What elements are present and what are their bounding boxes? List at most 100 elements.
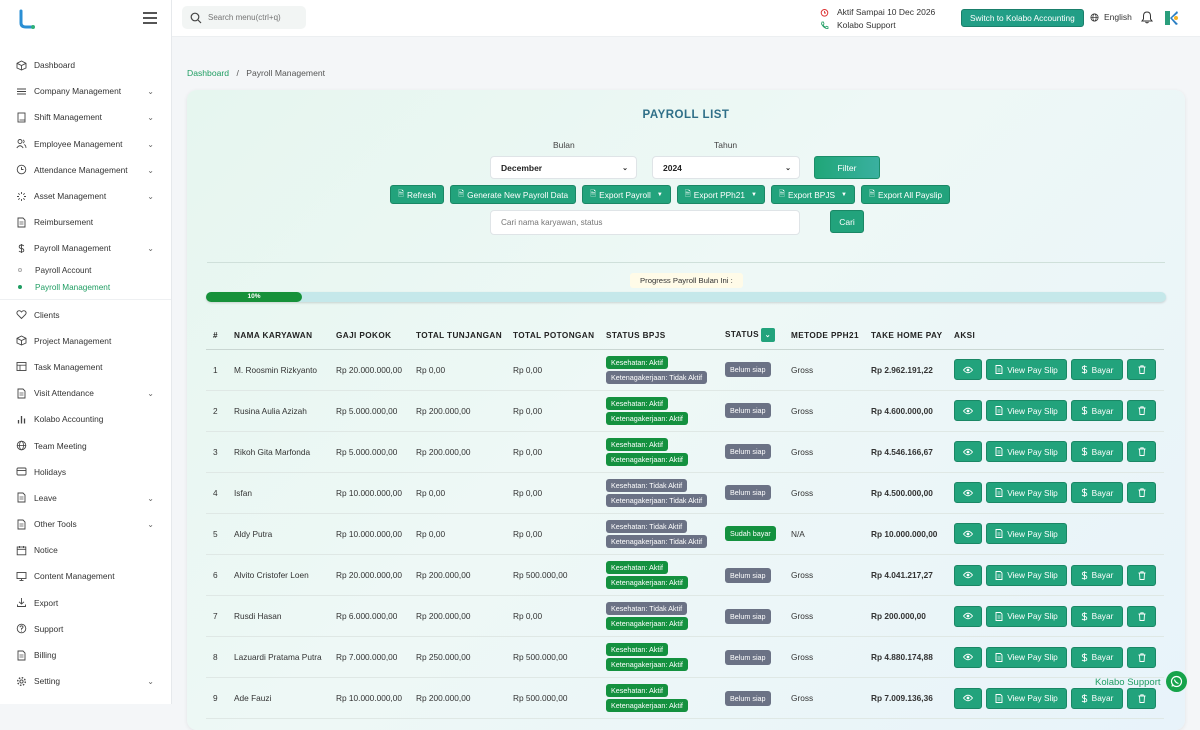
total-potongan: Rp 0,00 [506,431,599,473]
view-detail-button[interactable] [954,523,982,545]
refresh-button[interactable]: 🗎 Refresh [390,185,445,204]
view-pay-slip-button[interactable]: View Pay Slip [986,441,1067,463]
sidebar-item-leave[interactable]: Leave ⌄ [0,485,171,511]
bayar-button[interactable]: Bayar [1071,359,1123,381]
filter-button[interactable]: Filter [814,156,880,179]
view-detail-button[interactable] [954,359,982,381]
export-payroll-button[interactable]: 🗎 Export Payroll ▼ [582,185,671,204]
sidebar-subitem-payroll-account[interactable]: Payroll Account [0,262,171,279]
sidebar-item-label: Billing [34,650,57,661]
view-pay-slip-button[interactable]: View Pay Slip [986,523,1067,545]
delete-button[interactable] [1127,646,1156,668]
sidebar-item-visit-attendance[interactable]: Visit Attendance ⌄ [0,380,171,406]
whatsapp-chat-button[interactable] [1166,671,1187,692]
bayar-label: Bayar [1091,611,1114,622]
search-input[interactable] [208,13,298,22]
sidebar-item-notice[interactable]: Notice [0,537,171,563]
delete-button[interactable] [1127,564,1156,586]
sidebar-item-employee-management[interactable]: Employee Management ⌄ [0,131,171,157]
help-icon [16,624,27,634]
bayar-button[interactable]: Bayar [1071,687,1123,709]
delete-button[interactable] [1127,687,1156,709]
sidebar-item-company-management[interactable]: Company Management ⌄ [0,78,171,104]
search-box[interactable] [182,6,306,29]
export-bpjs-button[interactable]: 🗎 Export BPJS ▼ [770,185,855,204]
view-detail-button[interactable] [954,400,982,422]
total-potongan: Rp 500.000,00 [506,677,599,720]
bayar-button[interactable]: Bayar [1071,441,1123,463]
view-detail-button[interactable] [954,564,982,586]
employee-search-input[interactable] [490,210,800,235]
bulan-select[interactable]: December ⌄ [490,156,637,179]
view-pay-slip-button[interactable]: View Pay Slip [986,482,1067,504]
status-filter-chevron-icon[interactable]: ⌄ [760,328,775,343]
bell-icon[interactable] [1141,11,1153,24]
bayar-button[interactable]: Bayar [1071,564,1123,586]
cari-button[interactable]: Cari [830,210,864,233]
sidebar: Dashboard Company Management ⌄ Shift Manage… [0,0,172,704]
delete-button[interactable] [1127,482,1156,504]
document-icon [17,492,26,503]
export-all-label: Export All Payslip [878,189,943,200]
sidebar-item-task-management[interactable]: Task Management [0,354,171,380]
sidebar-item-shift-management[interactable]: Shift Management ⌄ [0,104,171,130]
sidebar-item-export[interactable]: Export [0,590,171,616]
sidebar-item-team-meeting[interactable]: Team Meeting [0,432,171,458]
delete-button[interactable] [1127,441,1156,463]
switch-accounting-button[interactable]: Switch to Kolabo Accounting [961,9,1084,27]
column-header-label: METODE PPH21 [791,330,859,340]
sidebar-item-other-tools[interactable]: Other Tools ⌄ [0,511,171,537]
sidebar-item-clients[interactable]: Clients [0,302,171,328]
sidebar-item-reimbursement[interactable]: Reimbursement [0,209,171,235]
sidebar-item-project-management[interactable]: Project Management [0,328,171,354]
breadcrumb-home-link[interactable]: Dashboard [187,68,229,78]
export-pph21-button[interactable]: 🗎 Export PPh21 ▼ [676,185,765,204]
view-detail-button[interactable] [954,482,982,504]
eye-icon [963,448,973,455]
sidebar-item-asset-management[interactable]: Asset Management ⌄ [0,183,171,209]
sidebar-item-payroll-management[interactable]: Payroll Management ⌄ [0,235,171,261]
generate-payroll-button[interactable]: 🗎 Generate New Payroll Data [450,185,577,204]
view-pay-slip-button[interactable]: View Pay Slip [986,359,1067,381]
view-pay-slip-button[interactable]: View Pay Slip [986,564,1067,586]
bpjs-ketenagakerjaan-badge: Ketenagakerjaan: Tidak Aktif [606,534,708,548]
total-tunjangan: Rp 250.000,00 [409,636,506,679]
bayar-button[interactable]: Bayar [1071,400,1123,422]
view-detail-button[interactable] [954,687,982,709]
globe-icon [1090,12,1099,22]
chevron-down-icon: ⌄ [147,520,154,529]
delete-button[interactable] [1127,359,1156,381]
sidebar-subitem-payroll-management[interactable]: Payroll Management [0,279,171,296]
language-selector[interactable]: English [1090,12,1132,22]
sidebar-item-setting[interactable]: Setting ⌄ [0,668,171,694]
topbar: Aktif Sampai 10 Dec 2026 Kolabo Support … [172,0,1200,37]
sidebar-item-attendance-management[interactable]: Attendance Management ⌄ [0,157,171,183]
view-detail-button[interactable] [954,441,982,463]
sidebar-item-support[interactable]: Support [0,616,171,642]
bullet-icon [18,285,22,289]
view-pay-slip-button[interactable]: View Pay Slip [986,646,1067,668]
avatar[interactable] [1161,8,1181,28]
sidebar-item-kolabo-accounting[interactable]: Kolabo Accounting [0,406,171,432]
bayar-button[interactable]: Bayar [1071,605,1123,627]
view-detail-button[interactable] [954,646,982,668]
view-detail-button[interactable] [954,605,982,627]
menu-toggle-icon[interactable] [143,12,157,24]
view-pay-slip-button[interactable]: View Pay Slip [986,400,1067,422]
sidebar-item-dashboard[interactable]: Dashboard [0,52,171,78]
column-header-label: STATUS BPJS [606,330,666,340]
sidebar-item-content-management[interactable]: Content Management [0,563,171,589]
delete-button[interactable] [1127,605,1156,627]
clock-icon [16,165,27,175]
bayar-button[interactable]: Bayar [1071,646,1123,668]
bayar-button[interactable]: Bayar [1071,482,1123,504]
sidebar-item-holidays[interactable]: Holidays [0,459,171,485]
app-logo[interactable] [16,8,38,30]
delete-button[interactable] [1127,400,1156,422]
sidebar-item-billing[interactable]: Billing [0,642,171,668]
view-pay-slip-button[interactable]: View Pay Slip [986,687,1067,709]
view-pay-slip-button[interactable]: View Pay Slip [986,605,1067,627]
export-all-payslip-button[interactable]: 🗎 Export All Payslip [860,185,951,204]
metode-pph21: N/A [784,513,864,555]
tahun-select[interactable]: 2024 ⌄ [652,156,800,179]
